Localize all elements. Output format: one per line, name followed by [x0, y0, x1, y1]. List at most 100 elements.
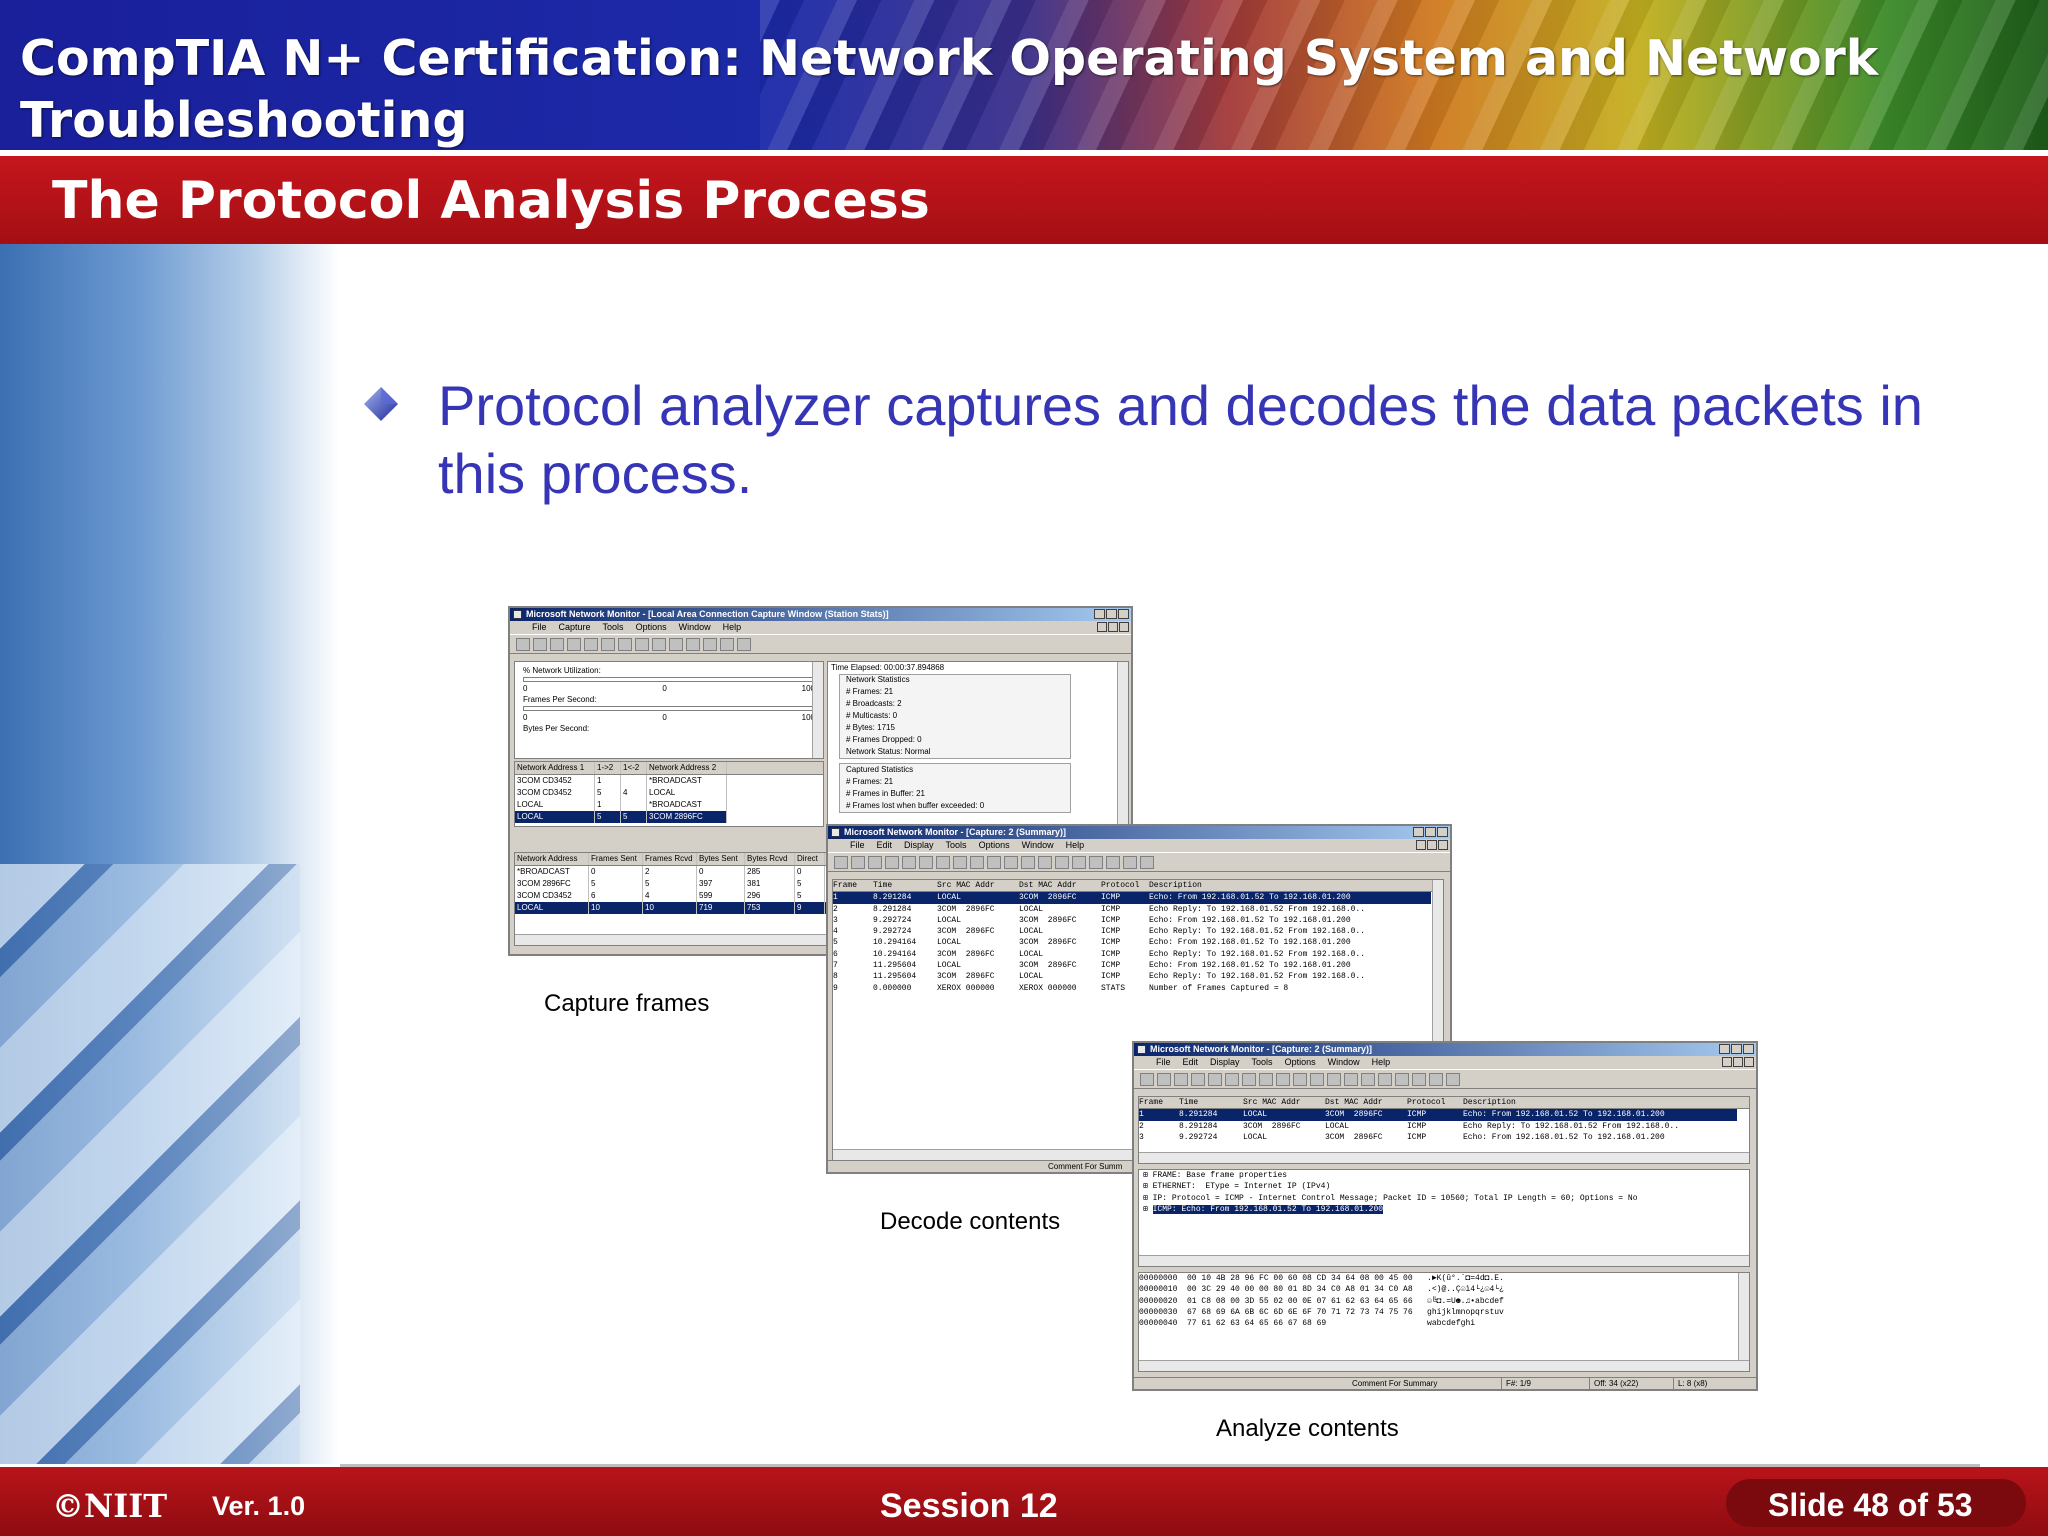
frame-row[interactable]: 6 10.294164 3COM 2896FC LOCAL ICMP Echo Reply…: [833, 949, 1443, 960]
apply-filter-icon[interactable]: [1055, 856, 1069, 869]
pane-icon[interactable]: [936, 856, 950, 869]
detail-line[interactable]: ⊞ IP: Protocol = ICMP - Internet Control…: [1139, 1193, 1749, 1204]
frame-row[interactable]: 3 9.292724 LOCAL 3COM 2896FC ICMP Echo: From …: [1139, 1132, 1749, 1143]
frame-row[interactable]: 7 11.295604 LOCAL 3COM 2896FC ICMP Echo: From…: [833, 960, 1443, 971]
binoculars-icon[interactable]: [1072, 856, 1086, 869]
filter-icon[interactable]: [1344, 1073, 1358, 1086]
pane-icon[interactable]: [1259, 1073, 1273, 1086]
menu-file[interactable]: File: [850, 839, 865, 852]
close-button[interactable]: [1437, 827, 1448, 837]
menu-display[interactable]: Display: [1210, 1056, 1240, 1069]
find-next-icon[interactable]: [1089, 856, 1103, 869]
table-row-selected[interactable]: LOCAL 10 10 719 753 9: [515, 902, 833, 914]
menu-options[interactable]: Options: [1285, 1056, 1316, 1069]
hex-hscrollbar[interactable]: [1139, 1360, 1749, 1371]
find-icon[interactable]: [618, 638, 632, 651]
frame-row[interactable]: 3 9.292724 LOCAL 3COM 2896FC ICMP Echo: From …: [833, 915, 1443, 926]
frame-row[interactable]: 2 8.291284 3COM 2896FC LOCAL ICMP Echo Reply:…: [1139, 1121, 1749, 1132]
help-icon[interactable]: [1140, 856, 1154, 869]
start-capture-icon[interactable]: [652, 638, 666, 651]
find-icon[interactable]: [987, 856, 1001, 869]
analyze-window-titlebar[interactable]: Microsoft Network Monitor - [Capture: 2 …: [1134, 1043, 1756, 1056]
menu-help[interactable]: Help: [1372, 1056, 1391, 1069]
frame-row[interactable]: 9 0.000000 XEROX 000000 XEROX 000000 STATS Nu…: [833, 983, 1443, 994]
hex-scrollbar[interactable]: [1738, 1273, 1749, 1371]
menu-help[interactable]: Help: [1066, 839, 1085, 852]
find-prev-icon[interactable]: [1412, 1073, 1426, 1086]
pane-icon[interactable]: [953, 856, 967, 869]
paste-icon[interactable]: [902, 856, 916, 869]
copy-icon[interactable]: [1191, 1073, 1205, 1086]
frame-row[interactable]: 8 11.295604 3COM 2896FC LOCAL ICMP Echo Reply…: [833, 971, 1443, 982]
window-icon[interactable]: [1123, 856, 1137, 869]
frame-row[interactable]: 2 8.291284 3COM 2896FC LOCAL ICMP Echo Reply:…: [833, 904, 1443, 915]
maximize-button[interactable]: [1731, 1044, 1742, 1054]
decode-window-titlebar[interactable]: Microsoft Network Monitor - [Capture: 2 …: [828, 826, 1450, 839]
open-icon[interactable]: [1140, 1073, 1154, 1086]
arrow-up-icon[interactable]: [1327, 1073, 1341, 1086]
mdi-controls[interactable]: [1416, 840, 1448, 850]
cut-icon[interactable]: [868, 856, 882, 869]
table-row[interactable]: 3COM CD3452 5 4 LOCAL: [515, 787, 823, 799]
pane-icon[interactable]: [970, 856, 984, 869]
menu-tools[interactable]: Tools: [603, 621, 624, 634]
pause-capture-icon[interactable]: [669, 638, 683, 651]
menu-file[interactable]: File: [532, 621, 547, 634]
pane-icon[interactable]: [1242, 1073, 1256, 1086]
pane-icon[interactable]: [1276, 1073, 1290, 1086]
save-icon[interactable]: [851, 856, 865, 869]
print-icon[interactable]: [1225, 1073, 1239, 1086]
filter-icon[interactable]: [635, 638, 649, 651]
summary-hscrollbar[interactable]: [1139, 1152, 1749, 1163]
table-row[interactable]: *BROADCAST 0 2 0 285 0: [515, 866, 833, 878]
menu-window[interactable]: Window: [1328, 1056, 1360, 1069]
copy-icon[interactable]: [885, 856, 899, 869]
maximize-button[interactable]: [1106, 609, 1117, 619]
frame-row-selected[interactable]: 1 8.291284 LOCAL 3COM 2896FC ICMP Echo: From …: [1139, 1109, 1737, 1121]
table-row-selected[interactable]: LOCAL 5 5 3COM 2896FC: [515, 811, 727, 823]
stop-and-view-icon[interactable]: [703, 638, 717, 651]
cut-icon[interactable]: [1174, 1073, 1188, 1086]
menu-window[interactable]: Window: [679, 621, 711, 634]
print-icon[interactable]: [919, 856, 933, 869]
pane-icon[interactable]: [601, 638, 615, 651]
save-icon[interactable]: [533, 638, 547, 651]
minimize-button[interactable]: [1094, 609, 1105, 619]
maximize-button[interactable]: [1425, 827, 1436, 837]
pane-icon[interactable]: [584, 638, 598, 651]
window-icon[interactable]: [1429, 1073, 1443, 1086]
arrow-up-icon[interactable]: [1021, 856, 1035, 869]
menu-help[interactable]: Help: [723, 621, 742, 634]
mdi-controls[interactable]: [1097, 622, 1129, 632]
help-icon[interactable]: [737, 638, 751, 651]
minimize-button[interactable]: [1413, 827, 1424, 837]
find-prev-icon[interactable]: [1106, 856, 1120, 869]
detail-line[interactable]: ⊞ ETHERNET: EType = Internet IP (IPv4): [1139, 1181, 1749, 1192]
paste-icon[interactable]: [1208, 1073, 1222, 1086]
mdi-controls[interactable]: [1722, 1057, 1754, 1067]
detail-line[interactable]: ⊞ FRAME: Base frame properties: [1139, 1170, 1749, 1181]
menu-options[interactable]: Options: [636, 621, 667, 634]
analyze-window[interactable]: Microsoft Network Monitor - [Capture: 2 …: [1132, 1041, 1758, 1391]
table-row[interactable]: 3COM CD3452 1 *BROADCAST: [515, 775, 823, 787]
find-next-icon[interactable]: [1395, 1073, 1409, 1086]
find-icon[interactable]: [1293, 1073, 1307, 1086]
view-icon[interactable]: [720, 638, 734, 651]
table-row[interactable]: LOCAL 1 *BROADCAST: [515, 799, 823, 811]
detail-hscrollbar[interactable]: [1139, 1255, 1749, 1266]
menu-file[interactable]: File: [1156, 1056, 1171, 1069]
detail-line-selected[interactable]: ⊞ ICMP: Echo: From 192.168.01.52 To 192.…: [1139, 1204, 1749, 1215]
menu-capture[interactable]: Capture: [559, 621, 591, 634]
filter-icon[interactable]: [1038, 856, 1052, 869]
window-controls[interactable]: [1094, 609, 1129, 619]
menu-window[interactable]: Window: [1022, 839, 1054, 852]
apply-filter-icon[interactable]: [1361, 1073, 1375, 1086]
window-controls[interactable]: [1719, 1044, 1754, 1054]
save-icon[interactable]: [1157, 1073, 1171, 1086]
menu-tools[interactable]: Tools: [1252, 1056, 1273, 1069]
stop-capture-icon[interactable]: [686, 638, 700, 651]
menu-edit[interactable]: Edit: [1183, 1056, 1199, 1069]
close-button[interactable]: [1743, 1044, 1754, 1054]
close-button[interactable]: [1118, 609, 1129, 619]
pane-icon[interactable]: [567, 638, 581, 651]
